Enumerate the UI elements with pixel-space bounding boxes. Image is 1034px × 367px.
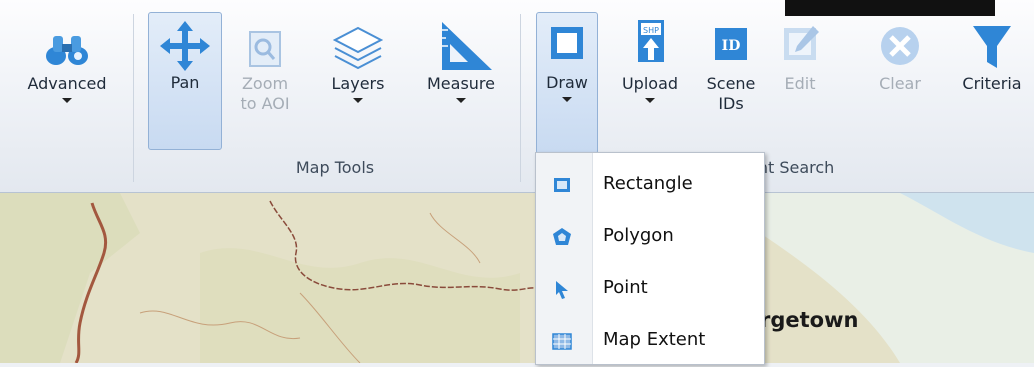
zoom-to-aoi-button[interactable]: Zoom to AOI <box>234 14 296 150</box>
measure-label: Measure <box>427 74 495 93</box>
draw-label: Draw <box>546 73 588 92</box>
search-group-label: ent Search <box>748 158 835 177</box>
scene-ids-button[interactable]: ID Scene IDs <box>700 14 762 150</box>
map-tools-group-label: Map Tools <box>295 158 375 177</box>
ruler-triangle-icon <box>426 14 496 74</box>
clear-button[interactable]: Clear <box>866 14 934 150</box>
menu-item-map-extent[interactable]: Map Extent <box>536 315 764 367</box>
upload-label: Upload <box>621 74 679 93</box>
point-icon <box>550 277 574 301</box>
advanced-button[interactable]: Advanced <box>8 14 126 150</box>
upload-button[interactable]: SHP Upload <box>610 14 690 150</box>
draw-square-icon <box>542 13 592 73</box>
menu-item-label: Map Extent <box>603 329 706 350</box>
chevron-down-icon <box>62 98 72 103</box>
separator <box>520 14 521 182</box>
zoom-magnifier-icon <box>240 14 290 74</box>
menu-item-polygon[interactable]: Polygon <box>536 211 764 263</box>
draw-dropdown-menu: Rectangle Polygon Point Map Extent <box>535 152 765 365</box>
binoculars-icon <box>42 14 92 74</box>
clear-x-icon <box>875 14 925 74</box>
menu-item-point[interactable]: Point <box>536 263 764 315</box>
scene-ids-label-line1: Scene <box>706 74 756 93</box>
pan-button[interactable]: Pan <box>148 12 222 150</box>
menu-item-label: Polygon <box>603 225 674 246</box>
advanced-label: Advanced <box>27 74 107 93</box>
city-label: rgetown <box>760 308 859 332</box>
map-canvas[interactable]: rgetown <box>0 193 1034 363</box>
layers-icon <box>332 14 384 74</box>
filter-funnel-icon <box>967 14 1017 74</box>
layers-button[interactable]: Layers <box>318 14 398 150</box>
menu-item-rectangle[interactable]: Rectangle <box>536 159 764 211</box>
edit-label: Edit <box>784 74 816 93</box>
edit-button[interactable]: Edit <box>774 14 826 150</box>
svg-text:SHP: SHP <box>643 26 659 35</box>
pan-arrows-icon <box>160 13 210 73</box>
chevron-down-icon <box>645 98 655 103</box>
chevron-down-icon <box>562 97 572 102</box>
scene-ids-label-line2: IDs <box>718 94 744 113</box>
zoom-label-line2: to AOI <box>240 94 290 113</box>
criteria-button[interactable]: Criteria <box>950 14 1034 150</box>
map-basemap <box>0 193 1034 363</box>
clear-label: Clear <box>879 74 921 93</box>
layers-label: Layers <box>331 74 385 93</box>
polygon-icon <box>550 225 574 249</box>
pan-label: Pan <box>170 73 200 92</box>
draw-button[interactable]: Draw <box>536 12 598 154</box>
menu-item-label: Point <box>603 277 648 298</box>
map-extent-icon <box>550 329 574 353</box>
toolbar-ribbon: Advanced Pan Zoom to AOI Layers Measure … <box>0 0 1034 193</box>
separator <box>133 14 134 182</box>
id-badge-icon: ID <box>706 14 756 74</box>
menu-item-label: Rectangle <box>603 173 693 194</box>
shp-upload-icon: SHP <box>625 14 675 74</box>
measure-button[interactable]: Measure <box>410 14 512 150</box>
rectangle-icon <box>550 173 574 197</box>
criteria-label: Criteria <box>962 74 1022 93</box>
edit-pencil-icon <box>775 14 825 74</box>
svg-text:ID: ID <box>722 38 741 54</box>
zoom-label-line1: Zoom <box>241 74 289 93</box>
chevron-down-icon <box>456 98 466 103</box>
chevron-down-icon <box>353 98 363 103</box>
